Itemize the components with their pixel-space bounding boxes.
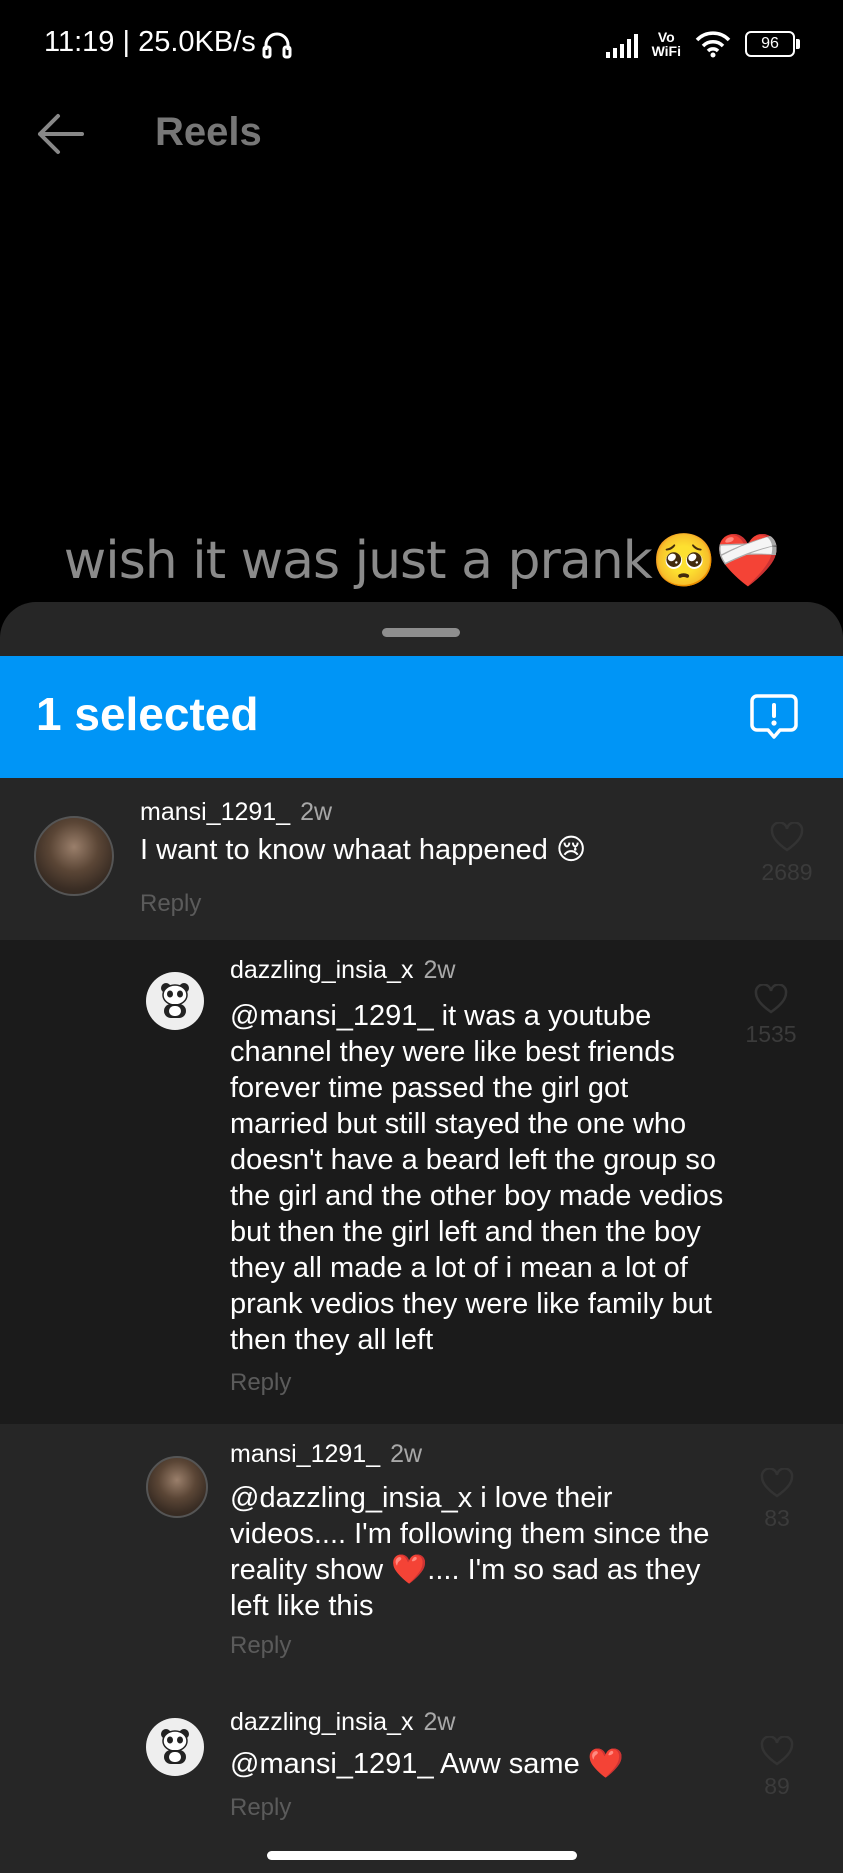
like-count: 1535 [745, 1021, 797, 1047]
panda-avatar-icon [161, 1729, 189, 1764]
vowifi-indicator: Vo WiFi [652, 30, 681, 58]
comment-username[interactable]: mansi_1291_ 2w [140, 798, 332, 827]
home-indicator[interactable] [267, 1851, 577, 1860]
status-bar: 11:19 | 25.0KB/s Vo WiFi 96 [0, 0, 843, 88]
heart-icon[interactable] [754, 983, 788, 1014]
video-caption: wish it was just a prank🥺❤️‍🩹 [63, 531, 781, 591]
report-icon[interactable] [749, 692, 799, 742]
reply-button[interactable]: Reply [230, 1632, 291, 1660]
back-arrow-icon[interactable] [34, 112, 86, 156]
page-title: Reels [155, 110, 262, 154]
selection-bar: 1 selected [0, 656, 843, 778]
like-button[interactable]: 1535 [736, 983, 806, 1048]
avatar[interactable] [146, 972, 204, 1030]
username[interactable]: dazzling_insia_x [230, 1708, 413, 1736]
like-count: 89 [764, 1773, 790, 1799]
like-count: 2689 [761, 859, 813, 885]
reply-button[interactable]: Reply [230, 1369, 291, 1397]
battery-icon: 96 [745, 31, 800, 57]
cell-signal-icon [605, 30, 638, 58]
comment-time: 2w [300, 798, 333, 826]
comment-time: 2w [423, 956, 456, 984]
reply-button[interactable]: Reply [140, 890, 201, 918]
comment-username[interactable]: dazzling_insia_x 2w [230, 956, 455, 985]
comment-text: I want to know whaat happened 😢 [140, 834, 587, 866]
drag-handle[interactable] [382, 628, 460, 637]
panda-avatar-icon [161, 983, 189, 1018]
top-bar: Reels [0, 100, 843, 170]
comment-text: @mansi_1291_ it was a youtube channel th… [230, 1000, 724, 1356]
heart-icon[interactable] [760, 1467, 794, 1498]
comment-time: 2w [390, 1440, 423, 1468]
headphones-icon [262, 32, 292, 59]
comment-username[interactable]: mansi_1291_ 2w [230, 1440, 422, 1469]
like-button[interactable]: 2689 [752, 821, 822, 886]
avatar[interactable] [146, 1456, 208, 1518]
heart-icon[interactable] [770, 821, 804, 852]
comment-text: @dazzling_insia_x i love their videos...… [230, 1482, 710, 1622]
like-count: 83 [764, 1505, 790, 1531]
avatar[interactable] [146, 1718, 204, 1776]
avatar[interactable] [34, 816, 114, 896]
comment-item[interactable]: mansi_1291_ 2w I want to know whaat happe… [0, 778, 843, 940]
vowifi-top: Vo [657, 29, 675, 45]
like-button[interactable]: 89 [742, 1735, 812, 1800]
username[interactable]: mansi_1291_ [140, 798, 290, 826]
vowifi-bottom: WiFi [651, 43, 681, 59]
username[interactable]: dazzling_insia_x [230, 956, 413, 984]
username[interactable]: mansi_1291_ [230, 1440, 380, 1468]
wifi-icon [695, 31, 731, 58]
heart-icon[interactable] [760, 1735, 794, 1766]
selected-count: 1 selected [36, 688, 259, 740]
comment-text: @mansi_1291_ Aww same ❤️ [230, 1748, 624, 1780]
comment-time: 2w [423, 1708, 456, 1736]
comment-username[interactable]: dazzling_insia_x 2w [230, 1708, 455, 1737]
battery-level: 96 [761, 35, 779, 52]
like-button[interactable]: 83 [742, 1467, 812, 1532]
status-time: 11:19 | 25.0KB/s [44, 26, 256, 58]
comment-item[interactable]: mansi_1291_ 2w @dazzling_insia_x i love t… [0, 1424, 843, 1692]
comment-item[interactable]: dazzling_insia_x 2w @mansi_1291_ Aww same… [0, 1692, 843, 1842]
comment-item-selected[interactable]: dazzling_insia_x 2w @mansi_1291_ it was a… [0, 940, 843, 1424]
comments-sheet: 1 selected mansi_1291_ 2w I want to know … [0, 602, 843, 1873]
reply-button[interactable]: Reply [230, 1794, 291, 1822]
